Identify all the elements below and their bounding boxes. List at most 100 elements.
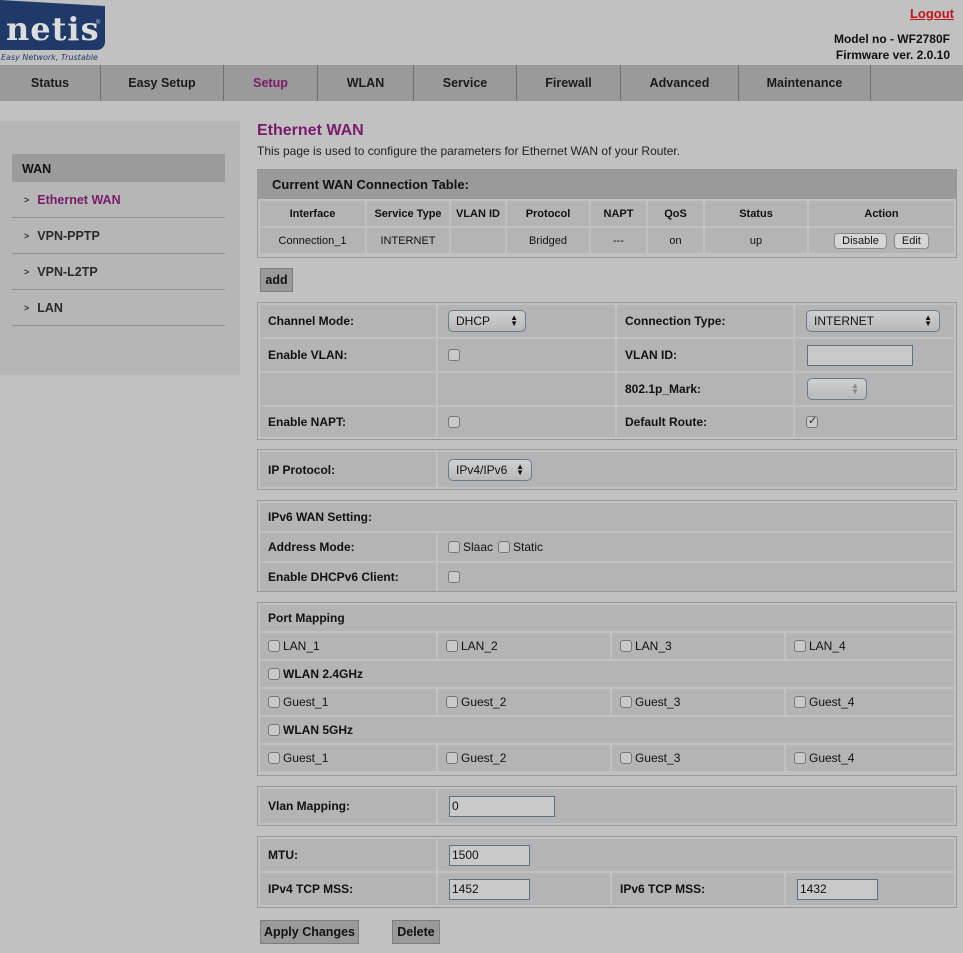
connection-type-label: Connection Type: (617, 305, 793, 337)
lan1-checkbox[interactable] (268, 640, 280, 652)
ipv6-mss-input[interactable] (797, 878, 878, 900)
mtu-input[interactable] (449, 844, 530, 866)
connection-type-select[interactable]: INTERNET ▲ ▼ (806, 310, 940, 332)
nav-setup[interactable]: Setup (224, 65, 318, 101)
sidebar: WAN > Ethernet WAN > VPN-PPTP > VPN-L2TP… (0, 121, 240, 375)
lan4-checkbox[interactable] (794, 640, 806, 652)
sidebar-item-vpn-l2tp[interactable]: > VPN-L2TP (12, 254, 225, 290)
ip-protocol-select[interactable]: IPv4/IPv6 ▲ ▼ (448, 458, 532, 481)
wlan5-guest3-checkbox[interactable] (620, 752, 632, 764)
wlan5-guest1-checkbox[interactable] (268, 752, 280, 764)
vlan-mapping-cell (438, 789, 954, 823)
wlan24-checkbox[interactable] (268, 668, 280, 680)
nav-firewall[interactable]: Firewall (517, 65, 621, 101)
ip-protocol-section: IP Protocol: IPv4/IPv6 ▲ ▼ (257, 449, 957, 490)
lan1-cell: LAN_1 (260, 633, 436, 659)
enable-napt-checkbox[interactable] (448, 416, 460, 428)
lan3-checkbox[interactable] (620, 640, 632, 652)
wan-connection-table: Current WAN Connection Table: Interface … (257, 169, 957, 258)
wlan5-guest4-checkbox[interactable] (794, 752, 806, 764)
channel-settings-section: Channel Mode: DHCP ▲ ▼ Connection Type: I… (257, 302, 957, 440)
channel-mode-value: DHCP (456, 314, 491, 328)
wlan5-guest3-label: Guest_3 (635, 751, 681, 765)
page-description: This page is used to configure the param… (257, 144, 681, 158)
dhcpv6-checkbox[interactable] (448, 571, 460, 583)
sidebar-item-lan[interactable]: > LAN (12, 290, 225, 326)
wlan24-cell: WLAN 2.4GHz (260, 661, 954, 687)
wlan24-guest1-checkbox[interactable] (268, 696, 280, 708)
static-checkbox[interactable] (498, 541, 511, 553)
lan3-label: LAN_3 (635, 639, 672, 653)
sidebar-item-label: VPN-PPTP (37, 228, 100, 243)
wlan5-guest3-cell: Guest_3 (612, 745, 784, 771)
mark-cell: ▲ ▼ (795, 373, 954, 405)
ipv4-mss-label: IPv4 TCP MSS: (260, 873, 436, 905)
wlan24-guest3-label: Guest_3 (635, 695, 681, 709)
address-mode-cell: Slaac Static (438, 533, 954, 561)
cell-protocol: Bridged (507, 228, 589, 253)
wlan24-guest3-checkbox[interactable] (620, 696, 632, 708)
netis-logo: netis ® Easy Network, Trustable (0, 0, 106, 64)
chevron-right-icon: > (24, 266, 30, 277)
cell-napt: --- (591, 228, 646, 253)
vlan-mapping-label: Vlan Mapping: (260, 789, 436, 823)
sidebar-item-ethernet-wan[interactable]: > Ethernet WAN (12, 182, 225, 218)
wlan5-checkbox[interactable] (268, 724, 280, 736)
wlan24-guest2-checkbox[interactable] (446, 696, 458, 708)
nav-advanced[interactable]: Advanced (621, 65, 739, 101)
wlan5-guest2-label: Guest_2 (461, 751, 507, 765)
vlan-id-cell (795, 339, 954, 371)
wlan24-guest2-label: Guest_2 (461, 695, 507, 709)
nav-maintenance[interactable]: Maintenance (739, 65, 871, 101)
delete-button[interactable]: Delete (392, 920, 440, 944)
sidebar-item-label: VPN-L2TP (37, 264, 98, 279)
mark-select[interactable]: ▲ ▼ (807, 378, 867, 400)
vlan-id-input[interactable] (807, 344, 913, 366)
lan2-label: LAN_2 (461, 639, 498, 653)
col-service-type: Service Type (367, 201, 449, 226)
lan2-checkbox[interactable] (446, 640, 458, 652)
nav-wlan[interactable]: WLAN (318, 65, 414, 101)
ipv4-mss-input[interactable] (449, 878, 530, 900)
select-arrows-icon: ▲ ▼ (516, 461, 524, 477)
mtu-cell (438, 839, 954, 871)
col-status: Status (705, 201, 807, 226)
slaac-checkbox[interactable] (448, 541, 460, 553)
sidebar-item-label: LAN (37, 300, 63, 315)
nav-easy-setup[interactable]: Easy Setup (101, 65, 224, 101)
ipv6-mss-label: IPv6 TCP MSS: (612, 873, 784, 905)
main-nav: Status Easy Setup Setup WLAN Service Fir… (0, 65, 963, 101)
logout-link[interactable]: Logout (910, 6, 954, 21)
nav-service[interactable]: Service (414, 65, 517, 101)
enable-vlan-checkbox[interactable] (448, 349, 460, 361)
default-route-checkbox[interactable] (806, 414, 818, 428)
wlan24-guest4-checkbox[interactable] (794, 696, 806, 708)
registered-mark-icon: ® (96, 20, 101, 26)
empty-cell (438, 373, 615, 405)
vlan-mapping-input[interactable] (449, 795, 555, 817)
sidebar-item-vpn-pptp[interactable]: > VPN-PPTP (12, 218, 225, 254)
ipv6-wan-section: IPv6 WAN Setting: Address Mode: Slaac St… (257, 500, 957, 592)
cell-action: Disable Edit (809, 228, 954, 253)
enable-vlan-label: Enable VLAN: (260, 339, 436, 371)
apply-changes-button[interactable]: Apply Changes (260, 920, 359, 944)
add-button[interactable]: add (260, 268, 293, 292)
edit-button[interactable]: Edit (893, 232, 929, 249)
lan1-label: LAN_1 (283, 639, 320, 653)
channel-mode-label: Channel Mode: (260, 305, 436, 337)
col-qos: QoS (648, 201, 703, 226)
channel-mode-select[interactable]: DHCP ▲ ▼ (448, 310, 526, 332)
dhcpv6-cell (438, 563, 954, 591)
cell-qos: on (648, 228, 703, 253)
connection-type-cell: INTERNET ▲ ▼ (795, 305, 954, 337)
nav-status[interactable]: Status (0, 65, 101, 101)
ipv6-mss-cell (786, 873, 954, 905)
ip-protocol-label: IP Protocol: (260, 452, 436, 487)
wlan5-guest2-checkbox[interactable] (446, 752, 458, 764)
chevron-right-icon: > (24, 194, 30, 205)
wlan5-guest1-label: Guest_1 (283, 751, 329, 765)
wlan5-guest2-cell: Guest_2 (438, 745, 610, 771)
empty-cell (260, 373, 436, 405)
disable-button[interactable]: Disable (834, 232, 887, 249)
sidebar-heading: WAN (12, 154, 225, 182)
